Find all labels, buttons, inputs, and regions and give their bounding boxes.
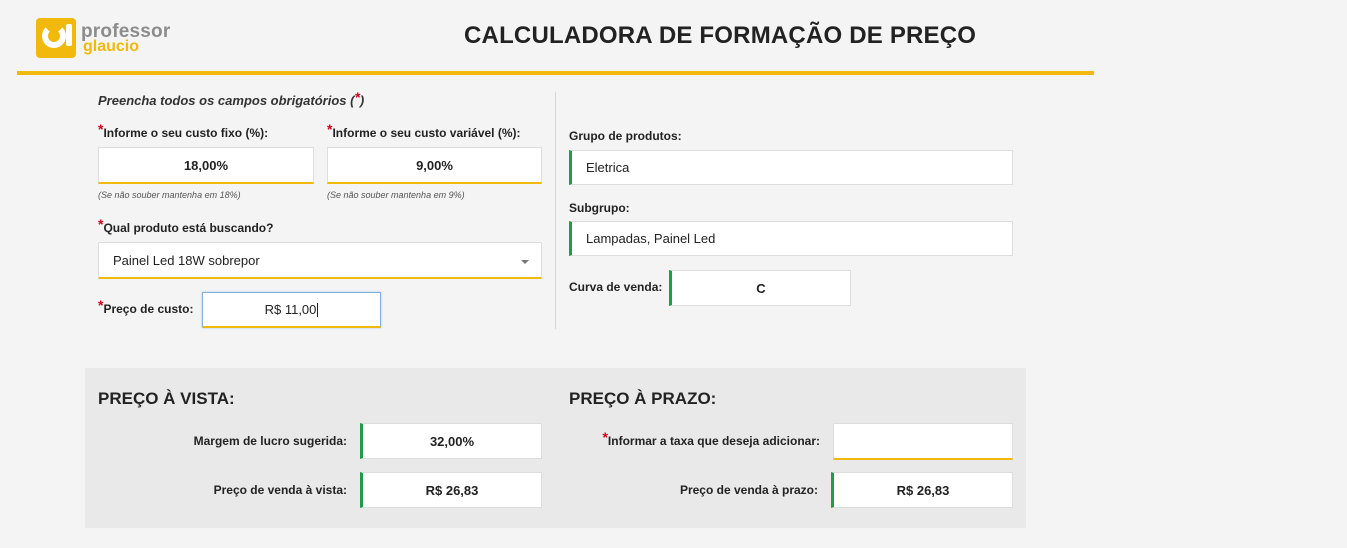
variable-cost-hint: (Se não souber mantenha em 9%) <box>327 190 465 200</box>
required-asterisk: * <box>602 429 608 445</box>
fixed-cost-label-text: Informe o seu custo fixo (%): <box>103 126 269 140</box>
required-asterisk: * <box>98 121 104 137</box>
cost-price-input[interactable]: R$ 11,00 <box>202 292 381 328</box>
variable-cost-input[interactable]: 9,00% <box>327 147 542 184</box>
product-select[interactable]: Painel Led 18W sobrepor <box>98 242 542 279</box>
subgroup-field: Lampadas, Painel Led <box>569 221 1013 256</box>
page-title: CALCULADORA DE FORMAÇÃO DE PREÇO <box>464 22 977 49</box>
term-price-label: Preço de venda à prazo: <box>679 483 818 497</box>
header: professor glaucio CALCULADORA DE FORMAÇÃ… <box>17 0 1094 75</box>
required-asterisk: * <box>327 121 333 137</box>
cash-price-label: Preço de venda à vista: <box>213 483 347 497</box>
sales-curve-label: Curva de venda: <box>569 280 663 294</box>
brand-logo[interactable]: professor glaucio <box>36 18 186 62</box>
vertical-divider <box>555 92 556 329</box>
sales-curve-field: C <box>669 270 851 306</box>
group-label: Grupo de produtos: <box>569 129 682 143</box>
margin-field: 32,00% <box>360 423 542 459</box>
cash-price-title: PREÇO À VISTA: <box>98 389 235 408</box>
instruction-text: Preencha todos os campos obrigatórios ( <box>98 93 355 108</box>
group-field: Eletrica <box>569 150 1013 185</box>
cash-price-field: R$ 26,83 <box>360 472 542 508</box>
instruction-text-end: ) <box>359 93 365 108</box>
fixed-cost-label: *Informe o seu custo fixo (%): <box>98 121 269 140</box>
product-select-value: Painel Led 18W sobrepor <box>113 252 260 268</box>
variable-cost-label-text: Informe o seu custo variável (%): <box>332 126 521 140</box>
rate-input[interactable] <box>833 423 1013 460</box>
product-label-text: Qual produto está buscando? <box>103 221 274 235</box>
term-price-field: R$ 26,83 <box>831 472 1013 508</box>
rate-label: *Informar a taxa que deseja adicionar: <box>590 429 820 448</box>
fixed-cost-hint: (Se não souber mantenha em 18%) <box>98 190 241 200</box>
logo-mark-icon <box>36 18 76 58</box>
margin-label: Margem de lucro sugerida: <box>193 434 347 448</box>
cost-price-label: *Preço de custo: <box>98 297 194 316</box>
form-instruction: Preencha todos os campos obrigatórios (*… <box>98 89 365 108</box>
term-price-title: PREÇO À PRAZO: <box>569 389 717 408</box>
subgroup-label: Subgrupo: <box>569 201 630 215</box>
variable-cost-label: *Informe o seu custo variável (%): <box>327 121 521 140</box>
fixed-cost-input[interactable]: 18,00% <box>98 147 314 184</box>
rate-label-text: Informar a taxa que deseja adicionar: <box>607 434 820 448</box>
required-asterisk: * <box>354 89 360 105</box>
chevron-down-icon[interactable] <box>521 260 529 264</box>
cost-price-label-text: Preço de custo: <box>103 302 194 316</box>
required-asterisk: * <box>98 297 104 313</box>
product-label: *Qual produto está buscando? <box>98 216 274 235</box>
logo-text-line2: glaucio <box>83 38 140 55</box>
required-asterisk: * <box>98 216 104 232</box>
cost-price-value: R$ 11,00 <box>264 302 317 317</box>
text-cursor <box>317 302 319 317</box>
